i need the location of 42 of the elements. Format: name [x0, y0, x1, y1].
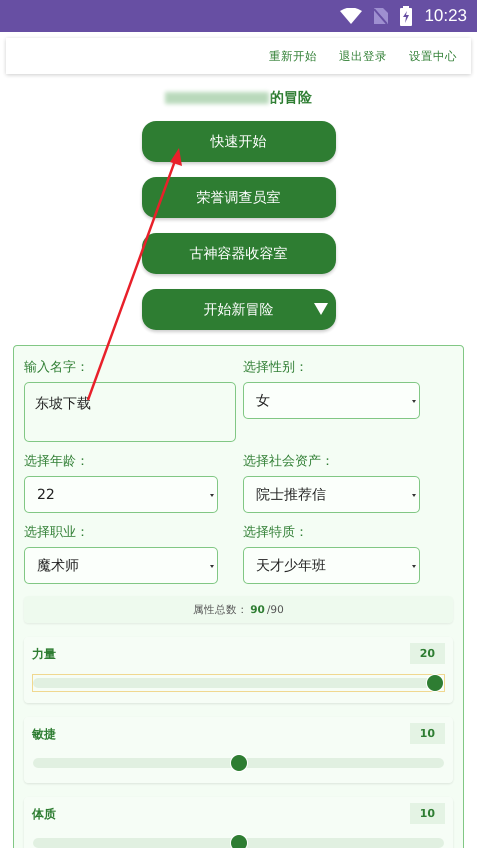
field-label: 选择性别： — [243, 359, 309, 376]
attribute-name: 敏捷 — [32, 726, 56, 743]
slider-thumb[interactable] — [230, 834, 248, 848]
field-label: 选择社会资产： — [243, 453, 335, 470]
caret-icon — [210, 492, 214, 496]
page-title: 的冒险 — [270, 89, 312, 107]
select-dropdown[interactable]: 女 — [243, 382, 420, 419]
field-label: 输入名字： — [24, 359, 90, 376]
caret-icon — [412, 492, 416, 496]
field-label: 选择特质： — [243, 524, 309, 541]
menu-button[interactable]: 荣誉调查员室 — [142, 177, 336, 218]
attribute-value: 10 — [410, 803, 445, 824]
battery-charging-icon — [400, 6, 412, 26]
nav-link[interactable]: 设置中心 — [409, 48, 457, 64]
field-label: 选择职业： — [24, 524, 90, 541]
field-label: 选择年龄： — [24, 453, 90, 470]
menu-button[interactable]: 开始新冒险 — [142, 289, 336, 330]
attribute-total: 属性总数： 90 /90 — [24, 596, 453, 623]
select-dropdown[interactable]: 院士推荐信 — [243, 476, 420, 513]
attribute-name: 力量 — [32, 646, 56, 663]
select-dropdown[interactable]: 22 — [24, 476, 218, 513]
attribute-slider[interactable] — [32, 754, 445, 772]
slider-thumb[interactable] — [230, 754, 248, 772]
caret-icon — [412, 398, 416, 402]
attribute-value: 10 — [410, 723, 445, 744]
caret-icon — [412, 564, 416, 568]
select-dropdown[interactable]: 魔术师 — [24, 547, 218, 584]
name-input-field[interactable]: 东坡下载 — [24, 382, 236, 442]
status-time: 10:23 — [424, 6, 467, 26]
attribute-slider[interactable] — [32, 674, 445, 692]
menu-button[interactable]: 古神容器收容室 — [142, 233, 336, 274]
caret-icon — [210, 564, 214, 568]
attribute-name: 体质 — [32, 806, 56, 823]
nav-link[interactable]: 重新开始 — [269, 48, 317, 64]
slider-thumb[interactable] — [426, 674, 444, 692]
select-dropdown[interactable]: 天才少年班 — [243, 547, 420, 584]
nav-link[interactable]: 退出登录 — [339, 48, 387, 64]
attribute-value: 20 — [410, 643, 445, 664]
no-sim-icon — [374, 8, 388, 24]
menu-button[interactable]: 快速开始 — [142, 121, 336, 162]
attribute-slider[interactable] — [32, 834, 445, 848]
wifi-icon — [340, 8, 362, 24]
